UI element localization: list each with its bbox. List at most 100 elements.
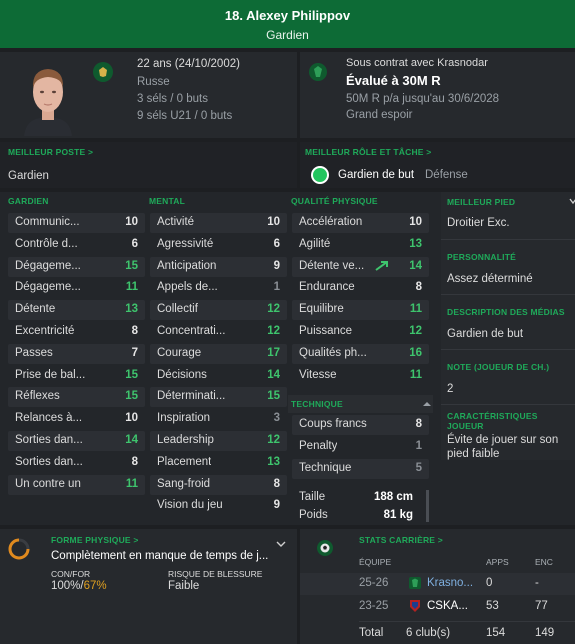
attribute-label: Contrôle d... bbox=[15, 237, 78, 250]
attribute-row[interactable]: Collectif 12 bbox=[150, 300, 287, 321]
attribute-value: 6 bbox=[131, 237, 138, 250]
attribute-row[interactable]: Dégageme... 15 bbox=[8, 256, 145, 277]
attribute-value: 12 bbox=[267, 325, 280, 337]
attribute-row[interactable]: Détente 13 bbox=[8, 300, 145, 321]
rating-value: 2 bbox=[447, 383, 454, 395]
attribute-label: Dégageme... bbox=[15, 259, 81, 272]
attribute-row[interactable]: Placement 13 bbox=[150, 453, 287, 473]
attribute-row[interactable]: Vision du jeu 9 bbox=[150, 496, 287, 516]
attribute-row[interactable]: Penalty 1 bbox=[292, 437, 429, 457]
attribute-row[interactable]: Dégageme... 11 bbox=[8, 278, 145, 298]
chevron-down-icon[interactable] bbox=[569, 196, 575, 208]
scrollbar[interactable] bbox=[426, 490, 429, 522]
mental-heading: MENTAL bbox=[149, 196, 185, 206]
chevron-down-icon[interactable] bbox=[276, 539, 286, 551]
technique-header[interactable]: TECHNIQUE bbox=[288, 395, 433, 413]
attribute-row[interactable]: Décisions 14 bbox=[150, 366, 287, 386]
divider bbox=[441, 404, 575, 405]
attribute-row[interactable]: Puissance 12 bbox=[292, 322, 429, 342]
attribute-row[interactable]: Qualités ph... 16 bbox=[292, 343, 429, 364]
attribute-row[interactable]: Sorties dan... 14 bbox=[8, 431, 145, 451]
table-row[interactable]: 23-25 CSKA... 53 77 bbox=[300, 596, 575, 618]
attribute-value: 7 bbox=[131, 346, 138, 359]
attribute-row[interactable]: Leadership 12 bbox=[150, 431, 287, 451]
attribute-row[interactable]: Sorties dan... 8 bbox=[8, 453, 145, 473]
attribute-row[interactable]: Communic... 10 bbox=[8, 213, 145, 233]
attribute-row[interactable]: Équilibre 11 bbox=[292, 300, 429, 321]
attribute-label: Accélération bbox=[299, 216, 363, 228]
best-role-panel[interactable]: MEILLEUR RÔLE ET TÂCHE > Gardien de but … bbox=[300, 142, 575, 188]
attribute-label: Communic... bbox=[15, 216, 80, 228]
attribute-label: Agressivité bbox=[157, 237, 214, 250]
table-row[interactable]: 25-26 Krasno... 0 - bbox=[300, 573, 575, 595]
career-stats-heading[interactable]: STATS CARRIÈRE > bbox=[359, 535, 443, 545]
media-value: Gardien de but bbox=[447, 328, 524, 340]
attribute-row[interactable]: Vitesse 11 bbox=[292, 366, 429, 386]
attribute-row[interactable]: Appels de... 1 bbox=[150, 278, 287, 298]
best-role-heading[interactable]: MEILLEUR RÔLE ET TÂCHE > bbox=[305, 147, 431, 157]
injury-risk-label: RISQUE DE BLESSURE bbox=[168, 569, 263, 579]
injury-risk-value: Faible bbox=[168, 580, 200, 592]
divider bbox=[359, 621, 575, 622]
attribute-row[interactable]: Relances à... 10 bbox=[8, 409, 145, 429]
team-link[interactable]: Krasno... bbox=[427, 577, 473, 589]
attribute-value: 14 bbox=[409, 259, 422, 272]
fitness-heading[interactable]: FORME PHYSIQUE > bbox=[51, 535, 139, 545]
attribute-row[interactable]: Déterminati... 15 bbox=[150, 387, 287, 408]
attribute-row[interactable]: Activité 10 bbox=[150, 213, 287, 233]
attribute-row[interactable]: Endurance 8 bbox=[292, 278, 429, 298]
attribute-up-arrow-icon bbox=[375, 260, 389, 275]
attribute-label: Courage bbox=[157, 346, 202, 359]
attribute-row[interactable]: Détente ve... 14 bbox=[292, 256, 429, 277]
fitness-ring-icon bbox=[7, 537, 31, 564]
player-header: 18. Alexey Philippov Gardien bbox=[0, 0, 575, 48]
attribute-label: Technique bbox=[299, 461, 352, 474]
attribute-row[interactable]: Réflexes 15 bbox=[8, 387, 145, 408]
player-age: 22 ans (24/10/2002) bbox=[137, 58, 240, 70]
attribute-row[interactable]: Agilité 13 bbox=[292, 235, 429, 255]
attribute-label: Excentricité bbox=[15, 325, 75, 337]
attribute-row[interactable]: Anticipation 9 bbox=[150, 256, 287, 277]
attribute-row[interactable]: Excentricité 8 bbox=[8, 322, 145, 342]
attribute-value: 11 bbox=[125, 281, 138, 294]
apps: 53 bbox=[486, 600, 499, 612]
attribute-label: Dégageme... bbox=[15, 281, 81, 294]
career-stats-panel: STATS CARRIÈRE > ÉQUIPE APPS ENC 25-26 K… bbox=[300, 529, 575, 644]
col-goals-conceded: ENC bbox=[535, 557, 553, 567]
attribute-row[interactable]: Coups francs 8 bbox=[292, 415, 429, 435]
attribute-row[interactable]: Accélération 10 bbox=[292, 213, 429, 233]
attribute-value: 8 bbox=[273, 477, 280, 490]
best-position-heading[interactable]: MEILLEUR POSTE > bbox=[8, 147, 93, 157]
player-caps: 3 séls / 0 buts bbox=[137, 93, 208, 105]
condition-value: 100% bbox=[51, 580, 81, 592]
attribute-label: Activité bbox=[157, 216, 195, 228]
physique-box: Taille 188 cm Poids 81 kg bbox=[293, 488, 421, 524]
side-info-panel: MEILLEUR PIED Droitier Exc. PERSONNALITÉ… bbox=[441, 192, 575, 460]
attribute-value: 9 bbox=[273, 259, 280, 272]
attribute-row[interactable]: Inspiration 3 bbox=[150, 409, 287, 429]
attribute-row[interactable]: Passes 7 bbox=[8, 343, 145, 364]
collapse-caret-icon[interactable] bbox=[423, 399, 431, 411]
player-face bbox=[18, 60, 78, 136]
season: 25-26 bbox=[359, 577, 389, 589]
goalkeeping-heading: GARDIEN bbox=[8, 196, 49, 206]
total-goals-conceded: 149 bbox=[535, 627, 555, 639]
team-link[interactable]: CSKA... bbox=[427, 600, 468, 612]
season: 23-25 bbox=[359, 600, 389, 612]
attribute-label: Passes bbox=[15, 346, 53, 359]
attribute-row[interactable]: Concentrati... 12 bbox=[150, 322, 287, 342]
attribute-row[interactable]: Prise de bal... 15 bbox=[8, 366, 145, 386]
physical-heading: QUALITÉ PHYSIQUE bbox=[291, 196, 378, 206]
attribute-row[interactable]: Un contre un 11 bbox=[8, 474, 145, 495]
attribute-row[interactable]: Contrôle d... 6 bbox=[8, 235, 145, 255]
attribute-row[interactable]: Technique 5 bbox=[292, 458, 429, 479]
attribute-label: Un contre un bbox=[15, 477, 81, 490]
apps: 0 bbox=[486, 577, 493, 589]
attribute-label: Décisions bbox=[157, 368, 207, 381]
attribute-row[interactable]: Sang-froid 8 bbox=[150, 474, 287, 495]
best-position-panel[interactable]: MEILLEUR POSTE > Gardien bbox=[0, 142, 297, 188]
attribute-row[interactable]: Courage 17 bbox=[150, 343, 287, 364]
attribute-value: 14 bbox=[267, 368, 280, 381]
attribute-label: Placement bbox=[157, 455, 212, 468]
attribute-row[interactable]: Agressivité 6 bbox=[150, 235, 287, 255]
